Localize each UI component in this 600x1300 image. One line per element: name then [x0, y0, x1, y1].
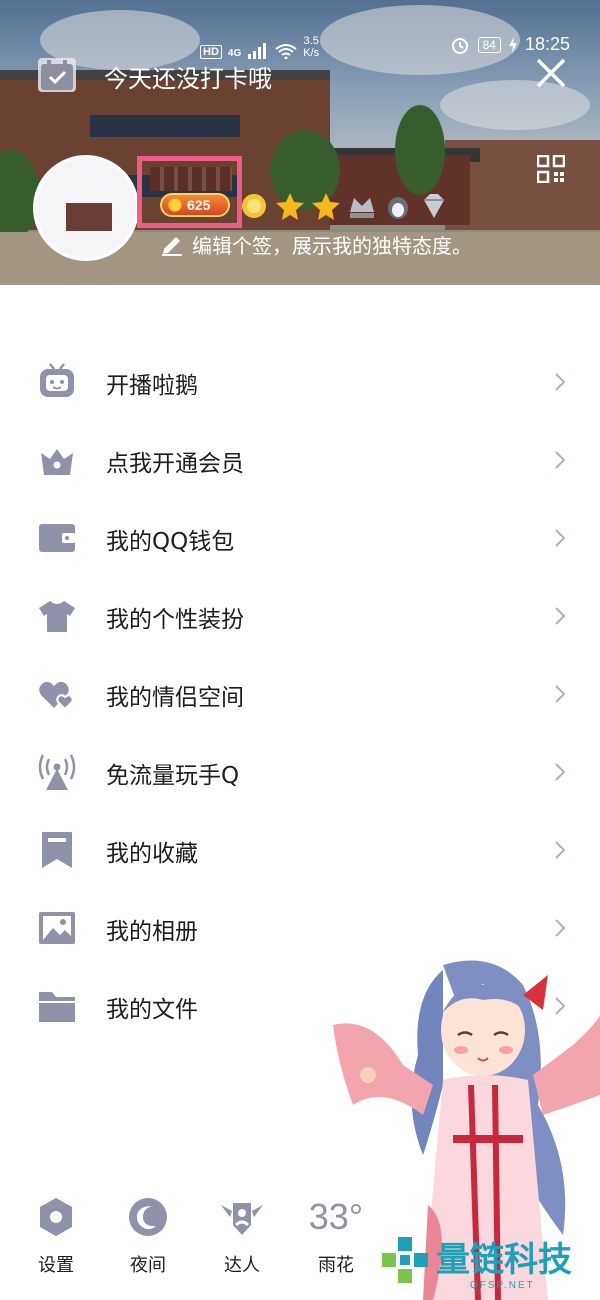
watermark-text: 量链科技 [436, 1240, 572, 1280]
profile-header: HD 4G 3.5 K/s 84 18:25 今天还没打卡哦 625 编辑个签，… [0, 0, 600, 285]
alarm-icon [451, 37, 468, 54]
menu-label: 我的文件 [106, 997, 198, 1023]
bookmark-icon [42, 832, 72, 868]
wallet-icon [39, 524, 75, 552]
menu-item-freedata[interactable]: 免流量玩手Q [0, 732, 600, 810]
weather-button[interactable]: 33° 雨花 [300, 1195, 372, 1277]
menu-label: 我的相册 [106, 919, 198, 945]
checkin-prompt[interactable]: 今天还没打卡哦 [104, 59, 272, 94]
chevron-right-icon [555, 685, 566, 703]
avatar[interactable] [33, 155, 139, 261]
chevron-right-icon [555, 763, 566, 781]
weather-city: 雨花 [318, 1255, 354, 1276]
signature-row[interactable]: 编辑个签，展示我的独特态度。 [160, 230, 472, 259]
status-right: 84 18:25 [450, 34, 570, 55]
menu-label: 我的个性装扮 [106, 607, 244, 633]
night-mode-button[interactable]: 夜间 [112, 1195, 184, 1277]
settings-hexagon-icon [40, 1198, 72, 1236]
chevron-right-icon [555, 607, 566, 625]
menu-label: 免流量玩手Q [106, 763, 240, 789]
tshirt-icon [39, 601, 75, 632]
menu-item-favorites[interactable]: 我的收藏 [0, 810, 600, 888]
menu-item-wallet[interactable]: 我的QQ钱包 [0, 498, 600, 576]
hearts-icon [39, 681, 74, 711]
calendar-checkin-icon[interactable] [38, 58, 76, 92]
crown-icon [41, 449, 73, 475]
qr-code-icon[interactable] [537, 155, 565, 183]
signal-type: 4G [227, 48, 242, 59]
star-badge-icon [312, 193, 340, 220]
menu-item-dressup[interactable]: 我的个性装扮 [0, 576, 600, 654]
speed-unit: K/s [303, 47, 320, 59]
menu-label: 开播啦鹅 [106, 373, 198, 399]
chevron-right-icon [555, 529, 566, 547]
settings-label: 设置 [38, 1255, 74, 1276]
avatar-image [66, 203, 112, 231]
expert-button[interactable]: 达人 [206, 1195, 278, 1277]
wifi-icon [275, 44, 297, 59]
menu-label: 我的QQ钱包 [106, 529, 235, 555]
tv-mascot-icon [40, 363, 74, 397]
winged-badge-icon [221, 1203, 263, 1235]
photo-icon [39, 912, 75, 944]
folder-icon [39, 992, 75, 1022]
expert-label: 达人 [224, 1255, 260, 1276]
diamond-badge-icon [424, 194, 444, 218]
menu-item-couple[interactable]: 我的情侣空间 [0, 654, 600, 732]
watermark-cross-icon [382, 1237, 428, 1283]
watermark-subtext: QFSP.NET [470, 1280, 535, 1291]
hd-indicator: HD [200, 45, 222, 59]
highlight-box [137, 156, 242, 228]
menu-item-vip[interactable]: 点我开通会员 [0, 420, 600, 498]
signal-bars-icon [248, 43, 267, 59]
menu-label: 我的情侣空间 [106, 685, 244, 711]
speed-value: 3.5 [303, 35, 319, 47]
penguin-badge-icon [388, 197, 408, 219]
watermark-logo: 量链科技 [380, 1235, 572, 1285]
chevron-right-icon [555, 373, 566, 391]
status-left: HD 4G 3.5 K/s [200, 35, 319, 59]
close-icon[interactable] [534, 56, 568, 90]
menu-label: 点我开通会员 [106, 451, 244, 477]
menu-label: 我的收藏 [106, 841, 198, 867]
clock: 18:25 [524, 34, 570, 54]
star-badge-icon [276, 193, 304, 220]
menu-item-live[interactable]: 开播啦鹅 [0, 342, 600, 420]
edit-pencil-icon [162, 236, 182, 256]
battery-level: 84 [477, 36, 501, 53]
signature-text: 编辑个签，展示我的独特态度。 [192, 234, 472, 258]
night-label: 夜间 [130, 1255, 166, 1276]
charging-icon [508, 36, 517, 53]
settings-button[interactable]: 设置 [20, 1195, 92, 1277]
antenna-icon [38, 754, 76, 790]
moon-icon [129, 1198, 167, 1236]
crown-badge-icon [350, 198, 374, 218]
chevron-right-icon [555, 451, 566, 469]
sun-badge-icon [242, 194, 266, 218]
chevron-right-icon [555, 841, 566, 859]
chevron-right-icon [555, 919, 566, 937]
level-badges[interactable] [238, 190, 450, 222]
weather-temperature: 33° [308, 1196, 364, 1237]
network-speed: 3.5 K/s [303, 35, 319, 59]
status-bar: HD 4G 3.5 K/s 84 18:25 [0, 0, 600, 59]
